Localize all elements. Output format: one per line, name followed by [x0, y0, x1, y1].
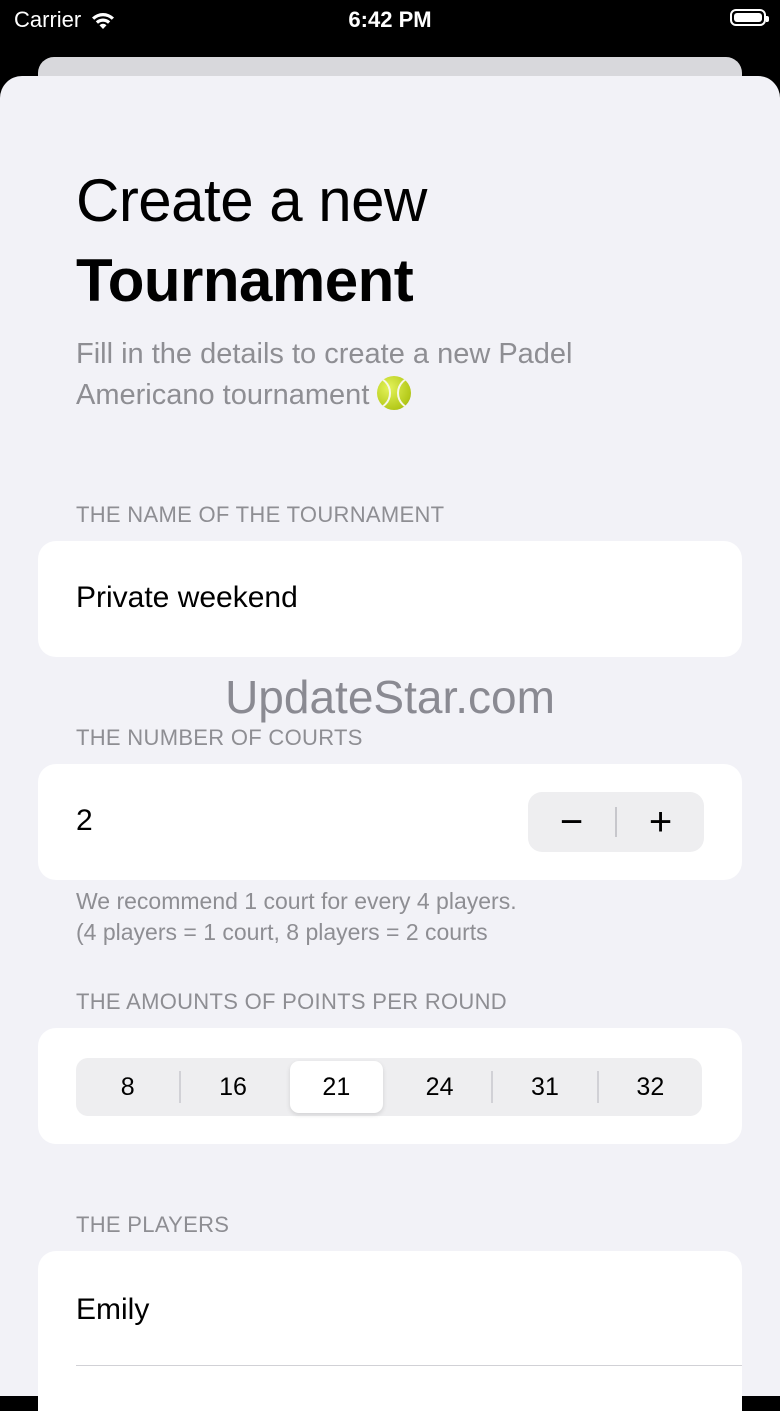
player-row-divider: [76, 1365, 742, 1366]
segment-16[interactable]: 16: [181, 1061, 284, 1113]
tennis-ball-icon: [377, 376, 412, 410]
segment-32[interactable]: 32: [599, 1061, 702, 1113]
points-label: THE AMOUNTS OF POINTS PER ROUND: [76, 989, 507, 1014]
courts-label: THE NUMBER OF COURTS: [76, 725, 363, 750]
courts-stepper[interactable]: − +: [528, 792, 704, 852]
watermark: UpdateStar.com: [225, 671, 555, 723]
segment-8[interactable]: 8: [76, 1061, 179, 1113]
decrement-button[interactable]: −: [528, 792, 615, 852]
players-label: THE PLAYERS: [76, 1212, 230, 1237]
segment-24[interactable]: 24: [388, 1061, 491, 1113]
courts-card: 2 − +: [38, 764, 742, 880]
page-title-line2: Tournament: [76, 247, 414, 314]
players-card: Emily: [38, 1251, 742, 1411]
points-card: 8 16 21 24 31 32: [38, 1028, 742, 1144]
status-bar: Carrier 6:42 PM: [0, 0, 780, 40]
segment-31[interactable]: 31: [493, 1061, 596, 1113]
courts-hint-line2: (4 players = 1 court, 8 players = 2 cour…: [76, 919, 488, 945]
increment-button[interactable]: +: [617, 792, 704, 852]
clock: 6:42 PM: [348, 7, 432, 32]
subtitle-text: Fill in the details to create a new Pade…: [76, 338, 573, 411]
tournament-name-field[interactable]: Private weekend: [38, 541, 742, 657]
segment-divider: [285, 1071, 287, 1103]
page-title-line1: Create a new: [76, 167, 427, 234]
player-name-field[interactable]: Emily: [76, 1293, 149, 1327]
battery-icon: [730, 9, 769, 26]
courts-value: 2: [76, 804, 93, 837]
courts-hint: We recommend 1 court for every 4 players…: [76, 886, 517, 948]
tournament-name-value[interactable]: Private weekend: [76, 581, 298, 615]
courts-hint-line1: We recommend 1 court for every 4 players…: [76, 888, 517, 914]
segment-21-selected[interactable]: 21: [289, 1061, 383, 1113]
tournament-name-label: THE NAME OF THE TOURNAMENT: [76, 502, 445, 527]
page-subtitle: Fill in the details to create a new Pade…: [76, 334, 696, 416]
points-segmented-control[interactable]: 8 16 21 24 31 32: [76, 1058, 702, 1116]
